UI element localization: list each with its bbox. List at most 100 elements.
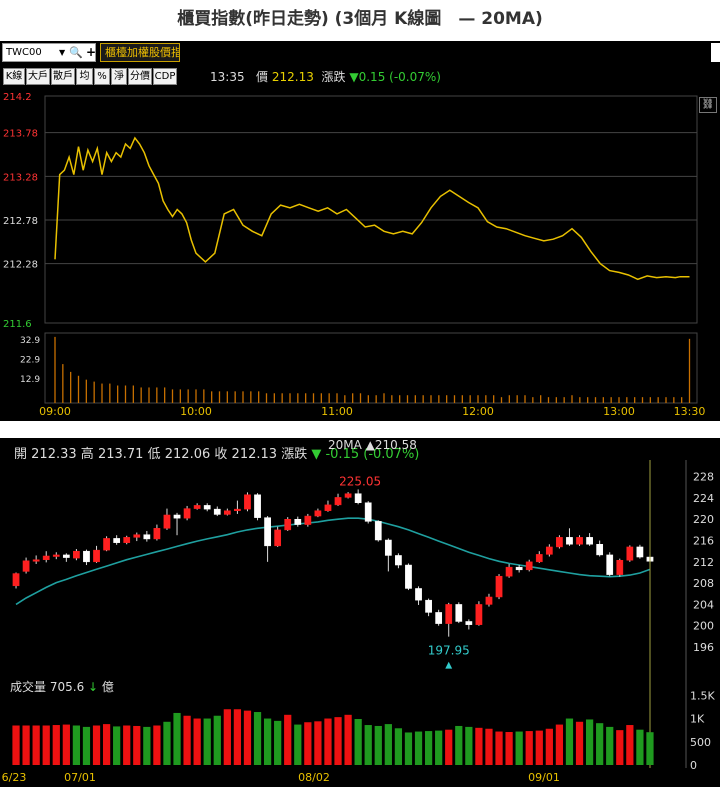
volume-legend: 成交量 705.6 ↓ 億	[10, 678, 114, 695]
volume-bar	[263, 718, 272, 765]
page-title: 櫃買指數(昨日走勢) (3個月 K線圖 — 20MA)	[177, 9, 543, 29]
y-tick-label: 200	[693, 620, 714, 633]
volume-bar	[414, 731, 423, 765]
volume-bar	[163, 721, 171, 765]
candle-up	[545, 546, 553, 555]
y-tick-label: 212.28	[3, 260, 38, 271]
volume-bar	[485, 728, 493, 765]
volume-arrow-icon: ↓	[88, 680, 99, 694]
volume-bar	[515, 731, 523, 765]
x-tick-label: 08/02	[298, 771, 330, 784]
y-tick-label: 214.2	[3, 92, 32, 103]
candle-down	[415, 588, 422, 601]
y-tick-label: 212	[693, 556, 714, 569]
y-tick-label: 196	[693, 641, 714, 654]
candle-up	[284, 518, 292, 531]
volume-bar	[193, 718, 201, 765]
candle-up	[616, 559, 624, 575]
x-tick-label: 07/01	[64, 771, 96, 784]
volume-bar	[606, 726, 614, 765]
volume-bar	[304, 722, 312, 765]
y-tick-label: 224	[693, 492, 714, 505]
volume-bar	[213, 715, 221, 765]
candle-down	[264, 517, 271, 547]
candle-down	[143, 534, 151, 540]
y-tick-label: 213.78	[3, 129, 38, 140]
y-tick-label: 213.28	[3, 172, 38, 183]
x-tick-label: 09/01	[528, 771, 560, 784]
x-tick-label: 13:00	[603, 405, 635, 418]
volume-bar	[435, 730, 443, 765]
candle-down	[606, 554, 614, 575]
candle-down	[374, 521, 382, 541]
volume-bar	[123, 725, 131, 765]
candle-down	[254, 494, 261, 518]
candle-up	[525, 561, 533, 571]
candle-up	[274, 529, 282, 547]
volume-bar	[324, 718, 332, 765]
open-label: 開	[14, 447, 28, 462]
candle-up	[495, 575, 503, 598]
volume-bar	[42, 725, 50, 765]
candle-up	[93, 549, 100, 563]
candle-up	[445, 604, 453, 624]
volume-bar	[113, 726, 121, 765]
candle-up	[535, 554, 543, 563]
candle-up	[52, 554, 60, 557]
candle-up	[626, 546, 634, 561]
volume-bar	[314, 721, 322, 765]
candle-up	[344, 493, 352, 498]
candle-up	[73, 550, 80, 559]
candle-down	[405, 564, 412, 589]
daily-chart: 228 224 220 216 212 208 204 200 196 225.05 197.95 ▲…	[2, 460, 715, 784]
close-label: 收	[214, 447, 228, 462]
candle-up	[334, 497, 342, 506]
volume-bar	[545, 728, 553, 765]
intraday-panel: TWC00 ▼ 🔍 + 櫃檯加權股價指 K線 大戶 散戶均% 淨分價 CDP 13:35…	[0, 41, 720, 421]
candle-up	[153, 528, 161, 540]
ma-value: ▲210.58	[365, 438, 417, 452]
volume-tick-label: 22.9	[20, 355, 40, 365]
candle-up	[304, 515, 312, 525]
candle-up	[234, 508, 241, 511]
volume-bar	[274, 720, 282, 765]
volume-bar	[565, 718, 574, 765]
volume-bar	[384, 724, 392, 765]
volume-bar	[585, 719, 594, 765]
candle-up	[183, 508, 191, 519]
volume-bar	[505, 732, 513, 765]
volume-bar	[445, 729, 453, 765]
x-tick-label: 6/23	[2, 771, 27, 784]
volume-bar	[646, 732, 654, 765]
candle-up	[223, 510, 231, 515]
volume-bar	[22, 725, 30, 765]
volume-bar	[203, 718, 211, 765]
low-label: 低	[147, 447, 161, 462]
candle-up	[314, 510, 322, 517]
volume-bar	[173, 712, 181, 765]
candle-up	[193, 505, 201, 509]
daily-panel: 228 224 220 216 212 208 204 200 196 225.05 197.95 ▲…	[0, 438, 720, 787]
volume-bar	[32, 725, 40, 765]
intraday-chart: 214.2 213.78 213.28 212.78 212.28 211.6 32.9 22…	[3, 92, 705, 418]
candle-down	[62, 554, 70, 558]
ma20-line	[15, 517, 651, 606]
panel-gap	[0, 421, 720, 438]
volume-value: 705.6	[49, 680, 85, 694]
candle-down	[586, 537, 593, 545]
close-value: 212.13	[231, 447, 278, 462]
volume-tick-label: 32.9	[20, 336, 40, 346]
candle-up	[556, 537, 563, 548]
volume-bar	[394, 728, 403, 765]
y-tick-label: 216	[693, 535, 714, 548]
y-tick-label: 220	[693, 513, 714, 526]
volume-bar	[626, 725, 634, 765]
volume-bar	[52, 725, 60, 765]
low-value: 212.06	[164, 447, 211, 462]
volume-bar	[133, 725, 141, 765]
candle-down	[435, 612, 443, 624]
volume-bar	[334, 717, 342, 765]
volume-bar	[455, 725, 463, 765]
volume-bar	[253, 712, 262, 765]
volume-bar	[233, 709, 242, 765]
